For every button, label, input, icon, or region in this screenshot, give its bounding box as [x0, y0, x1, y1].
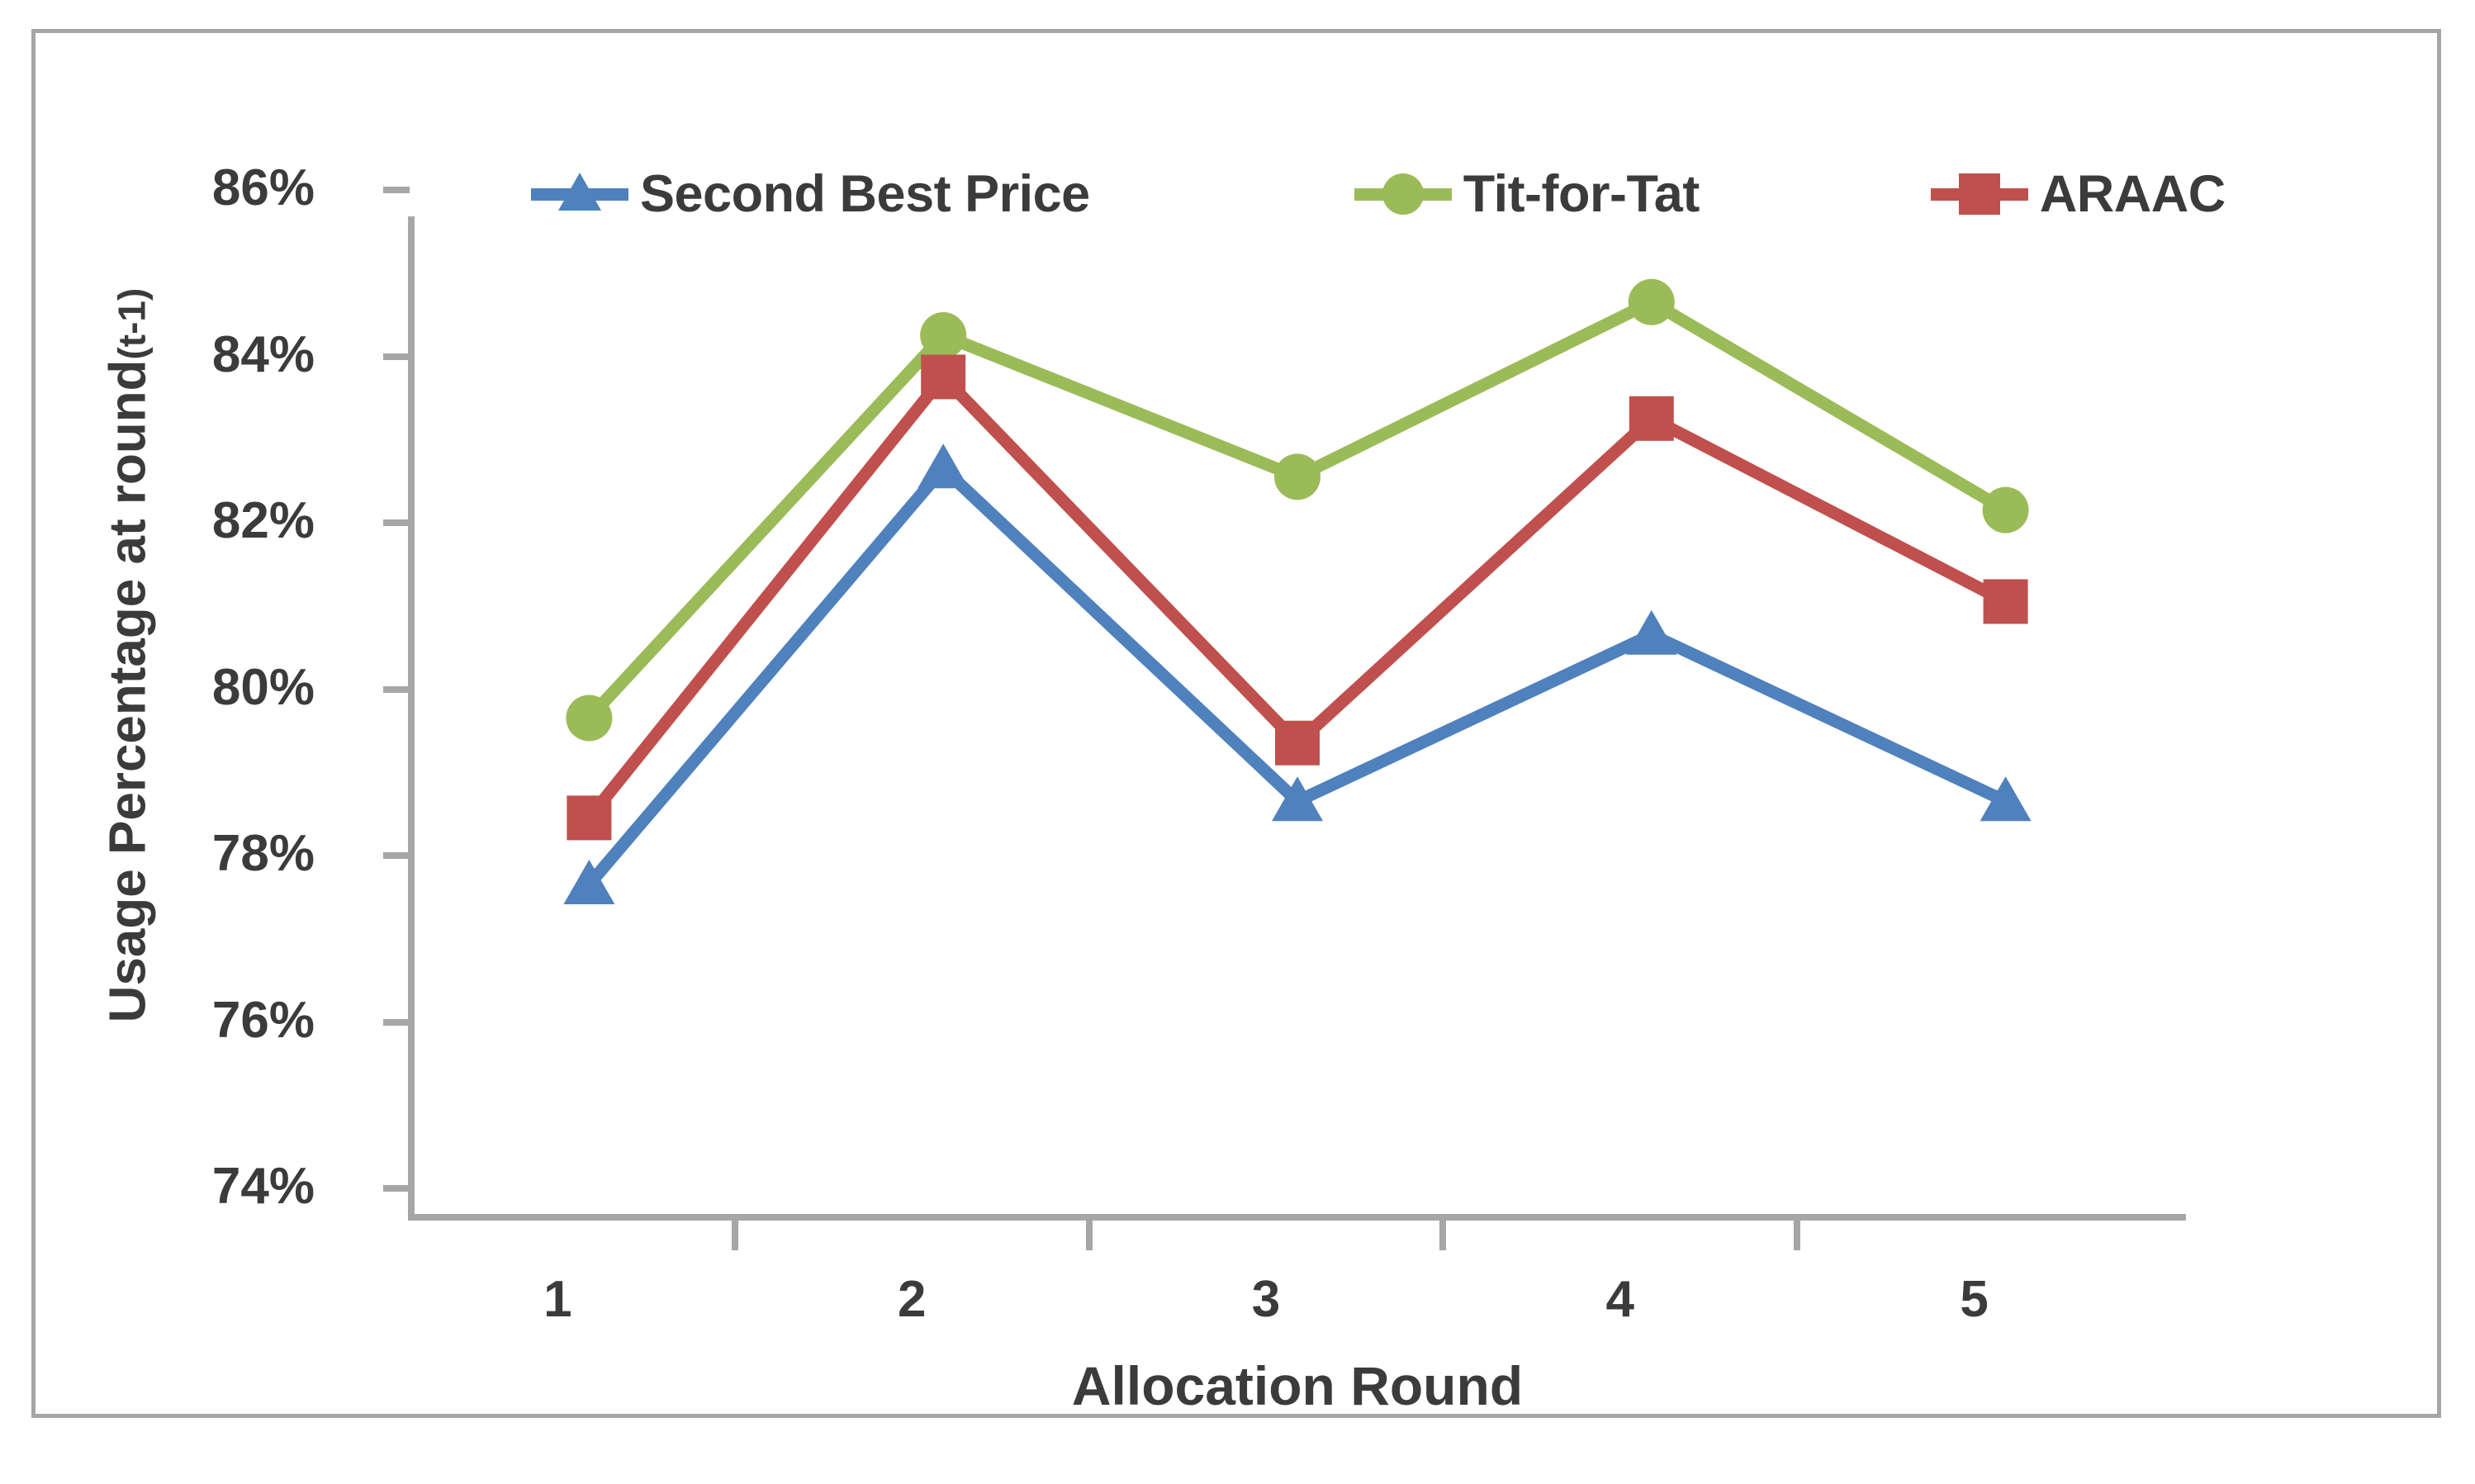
circle-marker-icon [920, 312, 967, 359]
square-marker-icon [1983, 579, 2028, 624]
circle-marker-icon [1628, 278, 1675, 325]
square-marker-icon [1275, 720, 1320, 766]
x-axis-title: Allocation Round [1071, 1355, 1524, 1416]
y-axis-title-main: Usage Percentage at round [99, 359, 157, 1023]
chart-series-layer [563, 278, 2032, 904]
triangle-marker-icon [917, 443, 970, 489]
square-marker-icon [921, 354, 966, 400]
circle-marker-icon [1274, 453, 1320, 500]
chart-frame: Second Best Price Tit-for-Tat ARAAC 86% 8… [31, 29, 2441, 1418]
square-marker-icon [1629, 396, 1674, 441]
triangle-marker-icon [1625, 609, 1677, 655]
series-line-second-best-price [582, 462, 2013, 891]
y-axis-title-subscript: (t-1) [110, 287, 154, 360]
series-line-tit-for-tat [582, 296, 2013, 724]
square-marker-icon [567, 795, 612, 841]
y-axis-title: Usage Percentage at round(t-1) [99, 160, 158, 1151]
circle-marker-icon [566, 695, 613, 742]
circle-marker-icon [1982, 486, 2029, 533]
